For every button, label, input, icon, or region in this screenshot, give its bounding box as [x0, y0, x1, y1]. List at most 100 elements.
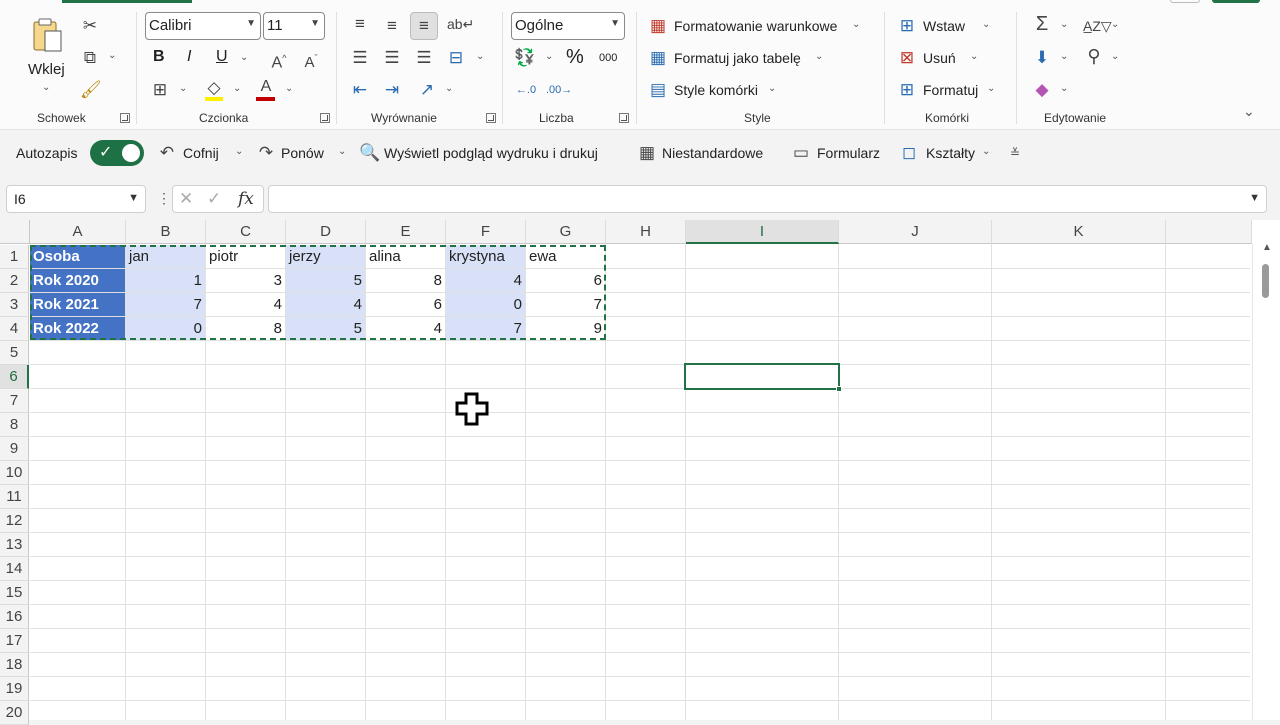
cut-icon[interactable]: ✂	[80, 16, 100, 36]
conditional-chevron-icon[interactable]: ⌄	[852, 19, 860, 30]
format-table-chevron-icon[interactable]: ⌄	[815, 51, 823, 62]
find-chevron-icon[interactable]: ⌄	[1111, 51, 1119, 62]
shapes-button[interactable]: Kształty	[926, 145, 975, 161]
redo-button[interactable]: Ponów	[281, 145, 324, 161]
vertical-scrollbar[interactable]: ▲	[1252, 242, 1280, 720]
column-header-e[interactable]: E	[366, 220, 446, 244]
delete-chevron-icon[interactable]: ⌄	[970, 51, 978, 62]
cell-g2[interactable]: 6	[526, 269, 605, 292]
enter-icon[interactable]: ✓	[207, 189, 221, 209]
cell-c1[interactable]: piotr	[206, 245, 285, 268]
align-bottom-icon[interactable]: ≡	[410, 12, 438, 40]
percent-button[interactable]: %	[566, 46, 584, 69]
column-header-g[interactable]: G	[526, 220, 606, 244]
wrap-text-icon[interactable]: ab↵	[447, 14, 474, 34]
row-header-11[interactable]: 11	[0, 485, 29, 509]
row-header-17[interactable]: 17	[0, 629, 29, 653]
borders-icon[interactable]: ⊞	[150, 80, 170, 100]
custom-views-button[interactable]: Niestandardowe	[662, 145, 763, 161]
align-top-icon[interactable]: ≡	[350, 14, 370, 34]
cell-e3[interactable]: 6	[366, 293, 445, 316]
format-cells-icon[interactable]: ⊞	[897, 80, 917, 100]
print-preview-icon[interactable]: 🔍	[359, 143, 380, 163]
column-header-h[interactable]: H	[606, 220, 686, 244]
align-center-icon[interactable]: ☰	[382, 48, 402, 68]
row-header-4[interactable]: 4	[0, 317, 29, 341]
cancel-icon[interactable]: ✕	[179, 189, 193, 209]
clear-icon[interactable]: ◆	[1032, 80, 1052, 100]
increase-font-icon[interactable]: A^	[268, 48, 290, 73]
custom-views-icon[interactable]: ▦	[637, 143, 657, 163]
column-header-i[interactable]: I	[686, 220, 839, 244]
font-color-icon[interactable]: A	[256, 77, 276, 97]
format-as-table-icon[interactable]: ▦	[648, 48, 668, 68]
align-right-icon[interactable]: ☰	[414, 48, 434, 68]
align-middle-icon[interactable]: ≡	[382, 16, 402, 36]
cell-b3[interactable]: 7	[126, 293, 205, 316]
cell-f3[interactable]: 0	[446, 293, 525, 316]
paste-icon[interactable]	[28, 16, 68, 56]
row-header-12[interactable]: 12	[0, 509, 29, 533]
column-header-a[interactable]: A	[30, 220, 126, 244]
bold-button[interactable]: B	[153, 48, 165, 66]
insert-chevron-icon[interactable]: ⌄	[982, 19, 990, 30]
cell-a4[interactable]: Rok 2022	[30, 317, 125, 340]
cell-d2[interactable]: 5	[286, 269, 365, 292]
cell-e2[interactable]: 8	[366, 269, 445, 292]
fill-icon[interactable]: ⬇	[1032, 48, 1052, 68]
row-header-20[interactable]: 20	[0, 701, 29, 725]
underline-button[interactable]: U	[216, 48, 228, 66]
copy-icon[interactable]: ⧉	[80, 48, 100, 68]
cell-g4[interactable]: 9	[526, 317, 605, 340]
row-header-10[interactable]: 10	[0, 461, 29, 485]
row-header-16[interactable]: 16	[0, 605, 29, 629]
cell-f1[interactable]: krystyna	[446, 245, 525, 268]
decrease-font-icon[interactable]: Aˇ	[300, 48, 322, 73]
format-cells-button[interactable]: Formatuj	[923, 82, 978, 98]
fill-color-chevron-icon[interactable]: ⌄	[233, 83, 241, 94]
autosum-chevron-icon[interactable]: ⌄	[1060, 19, 1068, 30]
cell-d3[interactable]: 4	[286, 293, 365, 316]
number-launcher-icon[interactable]	[619, 113, 629, 123]
row-header-14[interactable]: 14	[0, 557, 29, 581]
autosum-icon[interactable]: Σ	[1032, 14, 1052, 34]
cell-d1[interactable]: jerzy	[286, 245, 365, 268]
decrease-indent-icon[interactable]: ⇤	[350, 80, 370, 100]
conditional-format-icon[interactable]: ▦	[648, 16, 668, 36]
column-header-j[interactable]: J	[839, 220, 992, 244]
redo-chevron-icon[interactable]: ⌄	[338, 146, 346, 157]
insert-cells-button[interactable]: Wstaw	[923, 18, 965, 34]
cell-c2[interactable]: 3	[206, 269, 285, 292]
share-button[interactable]	[1170, 0, 1200, 3]
alignment-launcher-icon[interactable]	[486, 113, 496, 123]
cell-g3[interactable]: 7	[526, 293, 605, 316]
row-header-19[interactable]: 19	[0, 677, 29, 701]
row-header-3[interactable]: 3	[0, 293, 29, 317]
column-header-f[interactable]: F	[446, 220, 526, 244]
delete-cells-icon[interactable]: ⊠	[897, 48, 917, 68]
row-header-2[interactable]: 2	[0, 269, 29, 293]
copy-chevron-icon[interactable]: ⌄	[108, 50, 116, 61]
cell-b2[interactable]: 1	[126, 269, 205, 292]
cell-a3[interactable]: Rok 2021	[30, 293, 125, 316]
paste-chevron-icon[interactable]: ⌄	[42, 82, 50, 93]
cell-styles-button[interactable]: Style komórki	[674, 82, 758, 98]
cell-e1[interactable]: alina	[366, 245, 445, 268]
row-header-15[interactable]: 15	[0, 581, 29, 605]
column-header-b[interactable]: B	[126, 220, 206, 244]
cell-f2[interactable]: 4	[446, 269, 525, 292]
cell-b1[interactable]: jan	[126, 245, 205, 268]
font-name-select[interactable]: Calibri ▼	[145, 12, 261, 40]
formula-input[interactable]: ▼	[268, 185, 1267, 213]
row-header-7[interactable]: 7	[0, 389, 29, 413]
orientation-chevron-icon[interactable]: ⌄	[445, 83, 453, 94]
format-chevron-icon[interactable]: ⌄	[987, 83, 995, 94]
merge-center-icon[interactable]: ⊟	[445, 48, 467, 68]
row-header-8[interactable]: 8	[0, 413, 29, 437]
increase-decimal-icon[interactable]: ←.0	[514, 80, 538, 100]
print-preview-button[interactable]: Wyświetl podgląd wydruku i drukuj	[384, 145, 598, 161]
redo-icon[interactable]: ↷	[256, 143, 276, 163]
fill-handle[interactable]	[836, 386, 842, 392]
delete-cells-button[interactable]: Usuń	[923, 50, 956, 66]
font-color-chevron-icon[interactable]: ⌄	[285, 83, 293, 94]
